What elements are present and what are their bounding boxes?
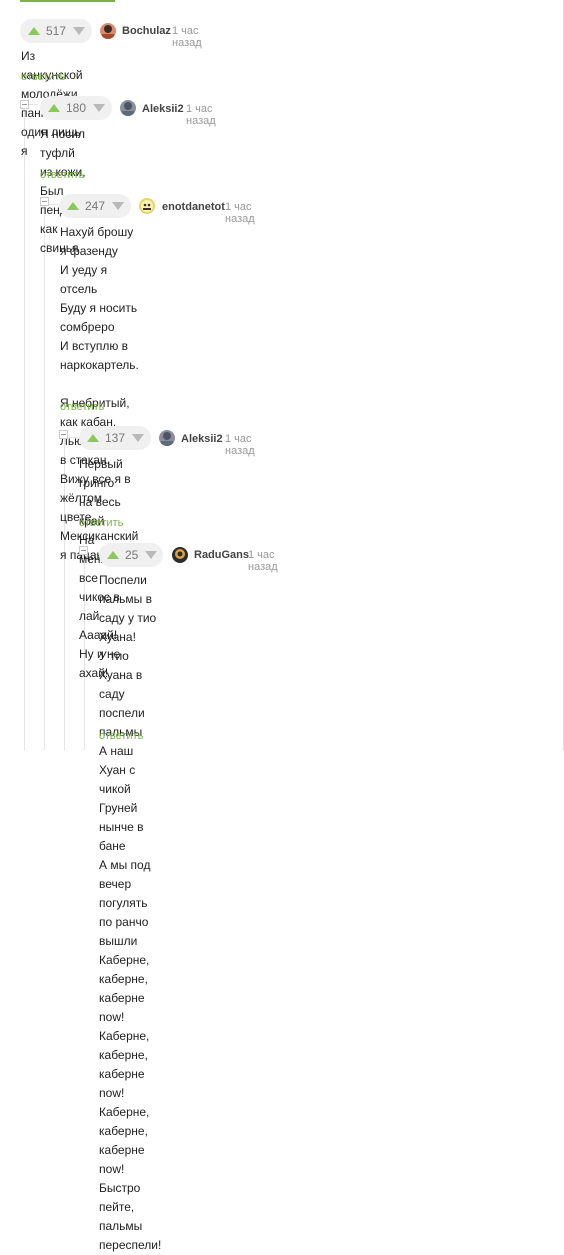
rating-value: 517 [46,24,67,38]
rating-control: 247 [59,194,131,218]
reply-link[interactable]: ответить [60,401,104,413]
timestamp[interactable]: 1 час назад [225,201,255,225]
reply-link[interactable]: ответить [40,169,84,181]
collapse-toggle[interactable] [40,197,49,206]
vote-up-icon[interactable] [67,202,79,210]
vote-down-icon[interactable] [112,202,125,210]
vote-up-icon[interactable] [48,104,60,112]
vote-up-icon[interactable] [87,434,99,442]
thread-line [44,200,45,750]
author-name[interactable]: enotdanetot [162,201,225,213]
vote-up-icon[interactable] [28,27,40,35]
user-avatar-icon[interactable] [172,547,188,563]
timestamp[interactable]: 1 час назад [248,549,278,573]
comment-line: Быстро пейте, пальмы переспели! [99,1181,162,1252]
comment-line: Поспели пальмы в саду у тио Хуана! [99,573,157,644]
author-name[interactable]: Aleksii2 [181,433,223,445]
thread-line [24,100,25,750]
reply-link[interactable]: ответить [79,517,123,529]
comment-line: Нахуй брошу я фазенду [60,225,134,258]
author-name[interactable]: RaduGans [194,549,249,561]
timestamp[interactable]: 1 час назад [225,433,255,457]
comment-text: Поспели пальмы в саду у тио Хуана! У тио… [99,571,161,1255]
author-name[interactable]: Bochulaz [122,25,171,37]
timestamp[interactable]: 1 час назад [172,25,202,49]
rating-control: 180 [40,96,112,120]
comment-line: И вступлю в наркокартель. [60,339,139,372]
vote-down-icon[interactable] [145,551,158,559]
timestamp[interactable]: 1 час назад [186,103,216,127]
collapse-toggle[interactable] [79,546,88,555]
reply-link[interactable]: ответить [99,730,143,742]
rating-control: 517 [20,19,92,43]
rating-value: 247 [85,199,106,213]
rating-control: 25 [99,543,163,567]
comment-line: Каберне, каберне, каберне now! [99,1029,150,1100]
collapse-toggle[interactable] [59,430,68,439]
rating-value: 25 [125,548,139,562]
user-avatar-icon[interactable] [100,23,116,39]
vote-down-icon[interactable] [93,104,106,112]
vote-down-icon[interactable] [73,27,86,35]
rating-control: 137 [79,426,151,450]
user-avatar-icon[interactable] [120,100,136,116]
reply-link[interactable]: ответить [21,71,65,83]
comment-line: А наш Хуан с чикой Груней нынче в бане [99,744,144,853]
vote-up-icon[interactable] [107,551,119,559]
user-avatar-icon[interactable] [159,430,175,446]
comment-line: Буду я носить сомбреро [60,301,138,334]
rating-value: 137 [105,431,126,445]
user-avatar-icon[interactable] [139,198,155,214]
author-name[interactable]: Aleksii2 [142,103,184,115]
vote-down-icon[interactable] [132,434,145,442]
comment-line: Каберне, каберне, каберне now! [99,953,150,1024]
collapse-toggle[interactable] [20,100,29,109]
comment-line [60,375,139,394]
top-accent-bar [20,0,115,2]
comment-line: А мы под вечер погулять по ранчо вышли [99,858,151,948]
comment-line: У тио Хуана в саду поспели пальмы [99,649,145,739]
comment-line: Каберне, каберне, каберне now! [99,1105,150,1176]
rating-value: 180 [66,101,87,115]
comment-line: И уеду я отсель [60,263,108,296]
